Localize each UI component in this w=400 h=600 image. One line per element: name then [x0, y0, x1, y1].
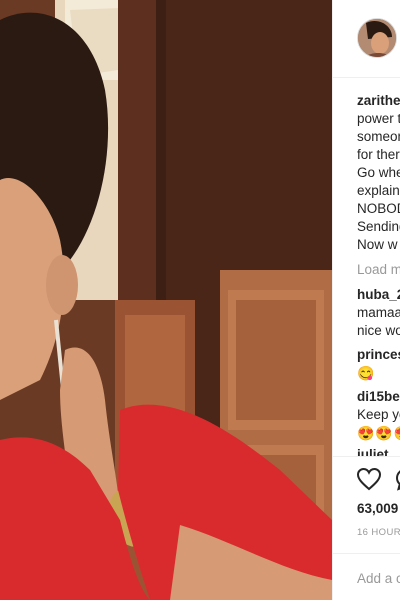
- avatar[interactable]: [357, 18, 397, 58]
- caption-username[interactable]: zarithe: [357, 92, 400, 110]
- comment-item: di15bec Keep yo 😍😍😍: [357, 388, 400, 442]
- post-caption: zarithe power t someon for ther Go whe e…: [357, 92, 400, 254]
- avatar-image: [358, 19, 396, 57]
- likes-count[interactable]: 63,009: [357, 501, 398, 516]
- photo-image: [0, 0, 332, 600]
- comment-item: huba_2 mamaa nice wo: [357, 286, 400, 340]
- comment-icon: [395, 470, 400, 491]
- comment-username[interactable]: huba_2: [357, 286, 400, 304]
- caption-line: for ther: [357, 147, 400, 162]
- post-timestamp[interactable]: 16 HOURS: [357, 527, 400, 538]
- caption-line: Go whe: [357, 165, 400, 180]
- post-actions: 63,009 16 HOURS: [333, 456, 400, 600]
- like-button[interactable]: [355, 465, 383, 493]
- add-comment-input[interactable]: [357, 566, 400, 590]
- comment-username[interactable]: princes: [357, 346, 400, 364]
- caption-line: someon: [357, 129, 400, 144]
- caption-line: Sending: [357, 219, 400, 234]
- load-more-comments-link[interactable]: Load m: [357, 262, 400, 277]
- comment-text: mamaa: [357, 305, 400, 320]
- post-photo[interactable]: [0, 0, 332, 600]
- comment-text: Keep yo: [357, 407, 400, 422]
- comment-username[interactable]: di15bec: [357, 388, 400, 406]
- heart-icon: [356, 467, 382, 491]
- post-side-panel: zarithe power t someon for ther Go whe e…: [332, 0, 400, 600]
- comments-section[interactable]: zarithe power t someon for ther Go whe e…: [333, 78, 400, 456]
- caption-line: power t: [357, 111, 400, 126]
- comment-item: juliet: [357, 446, 400, 456]
- caption-line: Now w: [357, 237, 398, 252]
- comment-text: nice wo: [357, 323, 400, 338]
- add-comment-area: [333, 553, 400, 600]
- caption-line: explain: [357, 183, 400, 198]
- comment-text: 😍😍😍: [357, 425, 400, 441]
- comment-button[interactable]: [393, 465, 400, 493]
- caption-line: NOBOD: [357, 201, 400, 216]
- post-header: [333, 0, 400, 78]
- comment-username[interactable]: juliet: [357, 446, 400, 456]
- comment-item: princes 😋: [357, 346, 400, 382]
- comment-text: 😋: [357, 365, 376, 381]
